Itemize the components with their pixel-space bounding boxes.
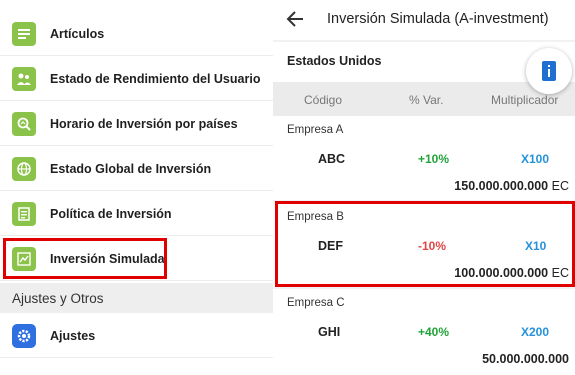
multiplier-value: X100 <box>521 152 550 166</box>
menu-item-label: Ajustes <box>50 328 96 343</box>
investment-amount: 50.000.000.000 <box>482 352 569 366</box>
menu-item-label: Horario de Inversión por países <box>50 116 238 131</box>
app-bar: Inversión Simulada (A-investment) <box>273 0 575 40</box>
multiplier-value: X200 <box>521 325 550 339</box>
column-header-change: % Var. <box>409 93 444 107</box>
menu-item-label: Estado de Rendimiento del Usuario <box>50 71 261 86</box>
menu-item-investment-policy[interactable]: Política de Inversión <box>0 192 273 236</box>
gear-icon <box>12 323 36 348</box>
company-card[interactable]: Empresa C GHI +40% X200 50.000.000.000 <box>273 289 575 375</box>
column-header-code: Código <box>304 93 343 107</box>
menu-item-label: Artículos <box>50 26 105 41</box>
country-label: Estados Unidos <box>287 54 382 68</box>
menu-item-label: Política de Inversión <box>50 206 172 221</box>
menu-item-user-performance[interactable]: Estado de Rendimiento del Usuario <box>0 57 273 101</box>
column-header-multiplier: Multiplicador <box>491 93 559 107</box>
table-header: Código % Var. Multiplicador <box>273 82 575 116</box>
menu-item-investment-schedule[interactable]: Horario de Inversión por países <box>0 102 273 146</box>
section-header-settings: Ajustes y Otros <box>0 283 273 313</box>
articles-icon <box>12 21 36 46</box>
highlight-box-menu <box>3 238 167 279</box>
company-card[interactable]: Empresa A ABC +10% X100 150.000.000.000 … <box>273 116 575 200</box>
percent-change: +40% <box>418 325 450 339</box>
policy-icon <box>12 201 36 226</box>
simulated-investment-screen: Inversión Simulada (A-investment) Estado… <box>273 0 575 375</box>
investment-schedule-icon <box>12 111 36 136</box>
page-title: Inversión Simulada (A-investment) <box>327 11 549 27</box>
section-header-label: Ajustes y Otros <box>12 290 104 306</box>
highlight-box-company <box>275 201 575 287</box>
back-arrow-icon[interactable] <box>285 8 307 30</box>
company-code: GHI <box>318 325 341 339</box>
menu-item-global-investment[interactable]: Estado Global de Inversión <box>0 147 273 191</box>
percent-change: +10% <box>418 152 450 166</box>
company-code: ABC <box>318 152 346 166</box>
info-button[interactable] <box>526 48 572 94</box>
globe-icon <box>12 156 36 181</box>
menu-item-settings[interactable]: Ajustes <box>0 314 273 358</box>
investment-amount: 150.000.000.000 EC <box>454 179 569 193</box>
user-performance-icon <box>12 66 36 91</box>
navigation-drawer: Artículos Estado de Rendimiento del Usua… <box>0 0 273 375</box>
company-name: Empresa C <box>287 297 345 309</box>
menu-item-articles[interactable]: Artículos <box>0 12 273 56</box>
menu-item-label: Estado Global de Inversión <box>50 161 212 176</box>
company-name: Empresa A <box>287 124 344 136</box>
info-icon <box>542 61 556 81</box>
